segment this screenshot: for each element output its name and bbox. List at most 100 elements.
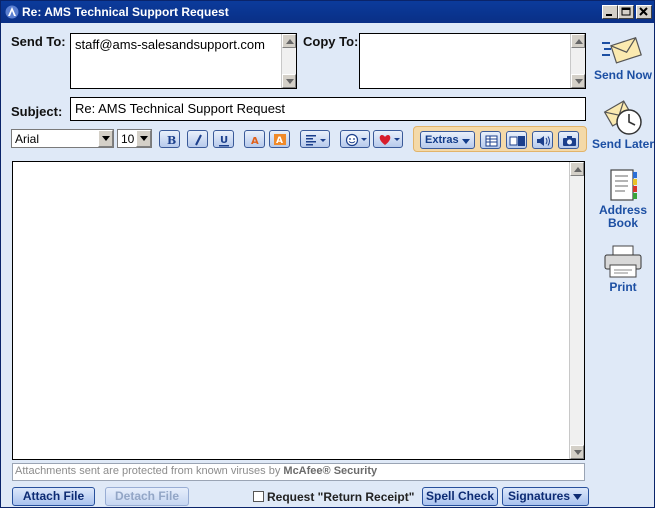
subject-field[interactable]: Re: AMS Technical Support Request [70,97,586,121]
printer-icon [604,245,642,278]
attach-file-button[interactable]: Attach File [12,487,95,506]
font-size-dropdown[interactable] [136,130,151,147]
scroll-down-button[interactable] [570,445,584,459]
speaker-icon [537,136,550,146]
arrow-down-icon [286,79,294,84]
compose-window: Re: AMS Technical Support Request Send T… [0,0,655,508]
scroll-up-button[interactable] [570,162,584,176]
svg-text:B: B [167,134,176,147]
extras-button[interactable]: Extras [420,131,475,149]
arrow-up-icon [286,39,294,44]
scroll-down-button[interactable] [571,74,585,88]
arrow-up-icon [574,167,582,172]
address-book-icon [610,169,637,201]
send-now-label: Send Now [593,68,652,82]
send-to-value: staff@ams-salesandsupport.com [75,37,265,52]
close-icon [639,7,648,16]
arrow-down-icon [574,450,582,455]
signatures-button[interactable]: Signatures [502,487,589,506]
font-size-value: 10 [121,132,135,146]
copy-to-field[interactable] [359,33,586,89]
chevron-down-icon [102,136,110,141]
subject-label: Subject: [11,104,63,119]
italic-icon [195,134,202,146]
send-to-scrollbar[interactable] [281,34,296,88]
maximize-icon [621,7,631,16]
highlight-icon: A [274,134,286,146]
arrow-down-icon [575,79,583,84]
highlight-color-button[interactable]: A [269,130,290,148]
attach-file-label: Attach File [22,489,85,503]
detach-file-button[interactable]: Detach File [105,487,189,506]
signatures-label: Signatures [508,489,571,503]
svg-text:A: A [276,136,283,146]
camera-button[interactable] [558,131,579,149]
spell-check-label: Spell Check [425,489,495,503]
scroll-up-button[interactable] [571,34,585,48]
send-later-icon [603,100,642,135]
send-later-button[interactable]: Send Later [591,98,655,151]
arrow-up-icon [575,39,583,44]
sound-button[interactable] [532,131,553,149]
send-now-button[interactable]: Send Now [591,33,655,82]
text-color-icon: A [251,136,259,147]
address-book-button[interactable]: Address Book [591,168,655,230]
underline-button[interactable]: U [213,130,234,148]
window-title: Re: AMS Technical Support Request [22,5,229,19]
message-body-scrollbar[interactable] [569,162,584,459]
send-to-field[interactable]: staff@ams-salesandsupport.com [70,33,297,89]
formatting-toolbar: Arial 10 B U A A Extras [9,126,587,153]
return-receipt-label[interactable]: Request "Return Receipt" [267,490,414,504]
minimize-button[interactable] [602,5,618,19]
detach-file-label: Detach File [114,489,180,503]
svg-text:U: U [220,135,228,146]
send-later-label: Send Later [591,137,654,151]
address-book-label-line2: Book [608,216,638,230]
close-button[interactable] [636,5,652,19]
svg-text:A: A [251,136,259,147]
mcafee-brand: McAfee® Security [283,465,378,477]
chevron-down-icon [573,494,582,500]
text-color-button[interactable]: A [244,130,265,148]
scroll-up-button[interactable] [282,34,296,48]
minimize-icon [606,14,612,16]
bold-icon: B [167,134,176,147]
send-to-label: Send To: [11,34,66,49]
graphics-button[interactable] [373,130,403,148]
title-bar: Re: AMS Technical Support Request [1,1,654,23]
table-icon [485,135,498,147]
spell-check-button[interactable]: Spell Check [422,487,498,506]
underline-icon: U [219,135,229,147]
heart-icon [379,135,400,145]
font-size-select[interactable]: 10 [117,129,152,148]
app-icon [5,5,19,19]
scroll-down-button[interactable] [282,74,296,88]
table-button[interactable] [480,131,501,149]
message-body-editor[interactable] [12,161,585,460]
virus-notice-text: Attachments sent are protected from know… [15,465,284,477]
copy-to-scrollbar[interactable] [570,34,585,88]
font-family-dropdown[interactable] [98,130,113,147]
print-label: Print [609,280,637,294]
send-now-icon [602,36,642,64]
slideshow-icon [509,136,525,146]
italic-button[interactable] [187,130,208,148]
chevron-down-icon [140,136,148,141]
chevron-down-icon [462,139,470,144]
extras-bar: Extras [413,126,587,152]
subject-value: Re: AMS Technical Support Request [75,101,286,116]
copy-to-label: Copy To: [303,34,359,49]
maximize-button[interactable] [618,5,634,19]
smiley-icon [345,133,367,147]
smiley-button[interactable] [340,130,370,148]
font-family-value: Arial [15,132,40,146]
align-button[interactable] [300,130,330,148]
extras-label: Extras [425,134,459,146]
return-receipt-checkbox[interactable] [253,491,264,502]
slideshow-button[interactable] [506,131,527,149]
bold-button[interactable]: B [159,130,180,148]
camera-icon [563,136,576,146]
virus-protection-notice: Attachments sent are protected from know… [12,463,585,481]
font-family-select[interactable]: Arial [11,129,114,148]
print-button[interactable]: Print [591,245,655,294]
